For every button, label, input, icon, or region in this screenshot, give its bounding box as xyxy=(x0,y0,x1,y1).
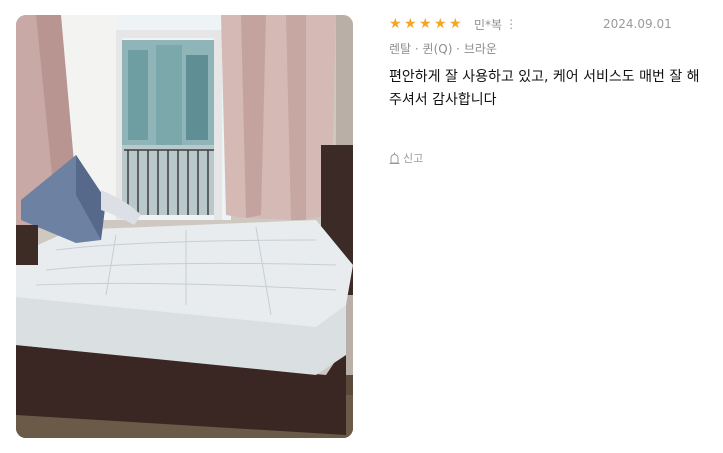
report-icon xyxy=(389,152,400,164)
star-icon: ★ xyxy=(404,16,417,32)
star-icon: ★ xyxy=(389,16,402,32)
report-label: 신고 xyxy=(403,152,424,165)
star-icon: ★ xyxy=(434,16,447,32)
review-date: 2024.09.01 xyxy=(603,17,672,31)
star-icon: ★ xyxy=(449,16,462,32)
review-content: ★ ★ ★ ★ ★ 민*복 ⋮ 2024.09.01 렌탈 · 퀸(Q) · 브… xyxy=(389,14,714,166)
bedroom-photo-image xyxy=(16,15,353,438)
report-button[interactable]: 신고 xyxy=(389,150,714,166)
purchase-option: 렌탈 · 퀸(Q) · 브라운 xyxy=(389,42,497,56)
star-rating: ★ ★ ★ ★ ★ xyxy=(389,14,463,34)
star-icon: ★ xyxy=(419,16,432,32)
review-meta-row: ★ ★ ★ ★ ★ 민*복 ⋮ 2024.09.01 xyxy=(389,14,714,34)
review-author: 민*복 xyxy=(474,17,503,32)
review-photo[interactable] xyxy=(16,15,353,438)
review-text: 편안하게 잘 사용하고 있고, 케어 서비스도 매번 잘 해 주셔서 감사합니다 xyxy=(389,69,700,108)
more-options-icon[interactable]: ⋮ xyxy=(505,17,517,31)
